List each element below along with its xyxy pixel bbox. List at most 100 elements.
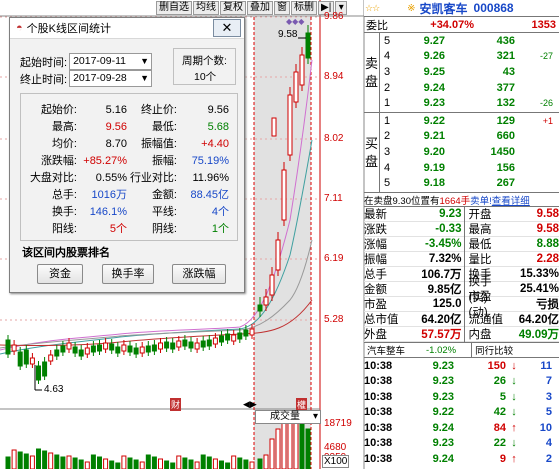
level-number: 5 xyxy=(383,34,391,47)
tick-list[interactable]: 10:38 9.23 150 ↓ 11 10:38 9.23 26 ↓ 7 10:38 9.23 5 ↓ 3… xyxy=(364,358,559,467)
bid-level-row[interactable]: 2 9.21 660 xyxy=(381,129,559,145)
volume-indicator-selector[interactable]: 成交量 ▾ xyxy=(255,410,321,424)
ask-level-row[interactable]: 3 9.25 43 xyxy=(381,64,559,80)
quote-value: 64.20亿 xyxy=(421,314,462,326)
tick-count: 10 xyxy=(539,421,552,434)
level-volume: 156 xyxy=(496,161,515,174)
big-order-alert[interactable]: 在卖盘9.30位置有 1664手 卖单! 查看详细 xyxy=(364,193,559,207)
tick-row: 10:38 9.23 150 ↓ 11 xyxy=(364,358,559,374)
tab-sector[interactable]: 汽车整车 xyxy=(364,343,408,357)
quote-row: 涨幅 -3.45% 最低 8.88 xyxy=(364,236,559,252)
tick-time: 10:38 xyxy=(364,437,393,450)
alert-text: 在卖盘9.30位置有 xyxy=(364,195,440,207)
alert-detail-link[interactable]: 查看详细 xyxy=(492,193,530,207)
stat-label: 最高: xyxy=(51,121,77,133)
quote-value: -0.33 xyxy=(435,223,462,235)
volume-bar xyxy=(249,461,255,469)
ask-level-row[interactable]: 5 9.27 436 xyxy=(381,33,559,49)
ask-level-row[interactable]: 1 9.23 132 -26 xyxy=(381,95,559,111)
quote-row: 振幅 7.32% 量比 2.28 xyxy=(364,251,559,267)
tick-row: 10:38 9.24 84 ↑ 10 xyxy=(364,420,559,436)
tick-direction-icon: ↓ xyxy=(511,406,517,419)
rank-by-change-button[interactable]: 涨跌幅 xyxy=(172,264,226,284)
interval-statistics-dialog: ◓ 个股K线区间统计 ✕ 起始时间: 2017-09-11 ▼ 终止时间: 201… xyxy=(9,17,245,293)
end-date-picker[interactable]: 2017-09-28 ▼ xyxy=(69,70,153,87)
level-price: 9.21 xyxy=(423,130,445,143)
candlestick xyxy=(206,339,212,347)
start-date-value: 2017-09-11 xyxy=(73,55,126,67)
volume-bar xyxy=(243,459,249,469)
candlestick xyxy=(269,274,275,296)
tick-price: 9.23 xyxy=(432,437,454,450)
interval-handle-icon[interactable]: ◆◆◆ xyxy=(286,17,304,26)
stat-label: 均价: xyxy=(51,138,77,150)
quote-row: 外盘 57.57万 内盘 49.09万 xyxy=(364,326,559,342)
candlestick xyxy=(225,333,231,341)
volume-bar xyxy=(219,460,224,469)
volume-bar xyxy=(257,458,263,469)
stat-value: 1个 xyxy=(211,223,229,235)
event-marker-finance[interactable]: 财 xyxy=(170,398,182,411)
toolbar-ma-button[interactable]: 均线 xyxy=(193,1,219,15)
candlestick xyxy=(109,343,115,351)
end-date-label: 终止时间: xyxy=(20,73,68,86)
quote-value: 8.88 xyxy=(536,238,559,250)
toolbar-delete-mark-button[interactable]: 标删 xyxy=(291,1,317,15)
ask-level-row[interactable]: 4 9.26 321 -27 xyxy=(381,49,559,65)
toolbar-adjust-button[interactable]: 复权 xyxy=(220,1,246,15)
bid-level-row[interactable]: 1 9.22 129 +1 xyxy=(381,113,559,129)
rank-by-turnover-button[interactable]: 换手率 xyxy=(102,264,154,284)
volume-bar xyxy=(48,452,54,469)
stat-value: 11.96% xyxy=(192,172,230,184)
bid-level-row[interactable]: 5 9.18 267 xyxy=(381,175,559,191)
candlestick xyxy=(5,339,11,355)
candlestick xyxy=(293,71,299,103)
volume-bar xyxy=(42,450,48,469)
tick-price: 9.24 xyxy=(432,421,454,434)
stat-value: +4.40 xyxy=(201,138,229,150)
tick-volume: 150 xyxy=(487,359,506,372)
tick-direction-icon: ↓ xyxy=(511,359,517,372)
close-button[interactable]: ✕ xyxy=(213,19,241,37)
volume-bar xyxy=(263,454,269,469)
rank-by-fund-button[interactable]: 资金 xyxy=(37,264,83,284)
period-count-label: 周期个数: xyxy=(182,55,227,67)
bid-side-label: 买盘 xyxy=(364,113,380,192)
stat-label: 金额: xyxy=(151,189,177,201)
quote-value: 7.32% xyxy=(428,253,462,265)
quote-value: 2.28 xyxy=(536,253,559,265)
volume-bar xyxy=(287,416,293,469)
level-volume: 267 xyxy=(496,177,515,190)
volume-bar xyxy=(212,458,218,469)
toolbar-overlay-button[interactable]: 叠加 xyxy=(247,1,273,15)
stat-label: 总手: xyxy=(51,189,77,201)
start-date-picker[interactable]: 2017-09-11 ▼ xyxy=(69,53,153,70)
stat-value: 88.45亿 xyxy=(190,189,229,201)
tab-sector-change: -1.02% xyxy=(426,344,457,356)
level-number: 5 xyxy=(383,177,391,190)
candlestick xyxy=(194,342,200,350)
tick-row: 10:38 9.23 22 ↓ 4 xyxy=(364,436,559,452)
tick-volume: 26 xyxy=(493,375,506,388)
toolbar-remove-favorite-button[interactable]: 删自选 xyxy=(156,1,192,15)
quote-value: -3.45% xyxy=(425,238,462,250)
candlestick xyxy=(78,349,84,357)
scroll-arrows[interactable]: ◀▶ xyxy=(243,399,257,410)
star-icon[interactable]: ☆☆ xyxy=(365,3,380,14)
tab-peer-compare[interactable]: 同行比较 xyxy=(471,343,516,357)
level-price: 9.19 xyxy=(423,161,445,174)
stat-label: 振幅: xyxy=(151,155,177,167)
tick-volume: 9 xyxy=(499,452,506,465)
volume-bar xyxy=(231,455,237,469)
volume-bar xyxy=(5,456,11,469)
stat-row: 涨跌幅: +85.27% 振幅: 75.19% xyxy=(25,153,235,170)
volume-bar xyxy=(145,454,151,469)
volume-bar xyxy=(151,456,157,469)
ask-level-row[interactable]: 2 9.24 377 xyxy=(381,80,559,96)
bid-level-row[interactable]: 3 9.20 1450 xyxy=(381,144,559,160)
dialog-titlebar[interactable]: ◓ 个股K线区间统计 ✕ xyxy=(10,18,244,39)
stat-label: 终止价: xyxy=(140,104,177,116)
tick-volume: 84 xyxy=(493,421,506,434)
bid-level-row[interactable]: 4 9.19 156 xyxy=(381,160,559,176)
toolbar-window-button[interactable]: 窗 xyxy=(274,1,290,15)
